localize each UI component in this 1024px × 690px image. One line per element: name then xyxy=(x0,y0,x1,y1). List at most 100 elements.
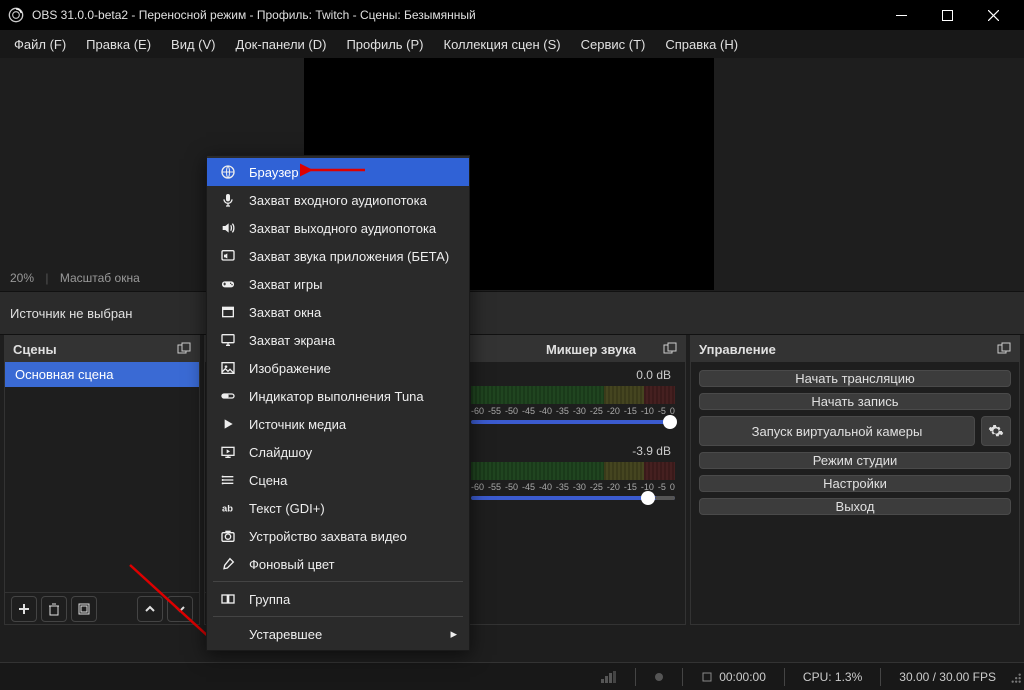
cpu-usage: CPU: 1.3% xyxy=(795,670,870,684)
fps-counter: 30.00 / 30.00 FPS xyxy=(891,670,1004,684)
mixer-ch2-db: -3.9 dB xyxy=(632,444,671,458)
vcam-settings-button[interactable] xyxy=(981,416,1011,446)
statusbar: 00:00:00 CPU: 1.3% 30.00 / 30.00 FPS xyxy=(0,662,1024,690)
stream-time: 00:00:00 xyxy=(693,670,774,684)
volume-slider-1[interactable] xyxy=(471,420,675,424)
titlebar: OBS 31.0.0-beta2 - Переносной режим - Пр… xyxy=(0,0,1024,30)
ctx-label: Сцена xyxy=(249,473,287,488)
camera-icon xyxy=(219,528,237,544)
dock-scenes-title: Сцены xyxy=(13,342,57,357)
meter-ticks: -60-55-50-45-40-35-30-25-20-15-10-50 xyxy=(471,482,675,492)
window-icon xyxy=(219,304,237,320)
ctx-label: Слайдшоу xyxy=(249,445,312,460)
ctx-label: Захват окна xyxy=(249,305,321,320)
menu-docks[interactable]: Док-панели (D) xyxy=(226,33,337,56)
preview-area[interactable]: 20% | Масштаб окна xyxy=(0,58,1024,290)
text-icon: ab xyxy=(219,500,237,516)
studio-mode-button[interactable]: Режим студии xyxy=(699,452,1011,469)
ctx-label: Источник медиа xyxy=(249,417,346,432)
preview-zoom: 20% xyxy=(10,271,34,285)
dock-controls: Управление Начать трансляцию Начать запи… xyxy=(690,335,1020,625)
ctx-item-monitor[interactable]: Захват экрана xyxy=(207,326,469,354)
brush-icon xyxy=(219,556,237,572)
preview-info: 20% | Масштаб окна xyxy=(10,271,148,285)
ctx-item-text[interactable]: ab Текст (GDI+) xyxy=(207,494,469,522)
menu-view[interactable]: Вид (V) xyxy=(161,33,225,56)
detach-icon[interactable] xyxy=(663,342,677,356)
recording-indicator xyxy=(646,672,672,682)
exit-button[interactable]: Выход xyxy=(699,498,1011,515)
ctx-item-group[interactable]: Группа xyxy=(207,585,469,613)
menu-help[interactable]: Справка (H) xyxy=(655,33,748,56)
no-source-bar: Источник не выбран xyxy=(0,291,1024,335)
menu-edit[interactable]: Правка (E) xyxy=(76,33,161,56)
ctx-item-scene[interactable]: Сцена xyxy=(207,466,469,494)
scene-icon xyxy=(219,472,237,488)
slideshow-icon xyxy=(219,444,237,460)
gamepad-icon xyxy=(219,276,237,292)
add-source-context-menu: Браузер Захват входного аудиопотока Захват… xyxy=(206,155,470,651)
window-title: OBS 31.0.0-beta2 - Переносной режим - Пр… xyxy=(32,8,476,22)
close-button[interactable] xyxy=(970,0,1016,30)
mixer-channel-2: -3.9 dB -60-55-50-45-40-35-30-25-20-15-1… xyxy=(461,438,685,500)
app-audio-icon xyxy=(219,248,237,264)
ctx-label: Индикатор выполнения Tuna xyxy=(249,389,424,404)
ctx-item-play[interactable]: Источник медиа xyxy=(207,410,469,438)
settings-button[interactable]: Настройки xyxy=(699,475,1011,492)
start-vcam-button[interactable]: Запуск виртуальной камеры xyxy=(699,416,975,446)
maximize-button[interactable] xyxy=(924,0,970,30)
ctx-label: Захват выходного аудиопотока xyxy=(249,221,436,236)
ctx-item-speaker[interactable]: Захват выходного аудиопотока xyxy=(207,214,469,242)
ctx-item-camera[interactable]: Устройство захвата видео xyxy=(207,522,469,550)
resize-grip-icon[interactable] xyxy=(1008,670,1022,684)
scene-filters-button[interactable] xyxy=(71,596,97,622)
ctx-item-progress[interactable]: Индикатор выполнения Tuna xyxy=(207,382,469,410)
no-source-text: Источник не выбран xyxy=(10,306,132,321)
preview-scale-label: Масштаб окна xyxy=(60,271,140,285)
globe-icon xyxy=(219,164,237,180)
ctx-label: Изображение xyxy=(249,361,331,376)
speaker-icon xyxy=(219,220,237,236)
mic-icon xyxy=(219,192,237,208)
menubar: Файл (F) Правка (E) Вид (V) Док-панели (… xyxy=(0,30,1024,58)
window-buttons xyxy=(878,0,1016,30)
start-recording-button[interactable]: Начать запись xyxy=(699,393,1011,410)
menu-service[interactable]: Сервис (T) xyxy=(571,33,656,56)
progress-icon xyxy=(219,388,237,404)
ctx-label: Группа xyxy=(249,592,290,607)
detach-icon[interactable] xyxy=(997,342,1011,356)
ctx-item-slideshow[interactable]: Слайдшоу xyxy=(207,438,469,466)
ctx-label: Фоновый цвет xyxy=(249,557,335,572)
ctx-label: Браузер xyxy=(249,165,299,180)
menu-profile[interactable]: Профиль (P) xyxy=(336,33,433,56)
ctx-label: Захват звука приложения (БЕТА) xyxy=(249,249,449,264)
menu-file[interactable]: Файл (F) xyxy=(4,33,76,56)
ctx-item-gamepad[interactable]: Захват игры xyxy=(207,270,469,298)
detach-icon[interactable] xyxy=(177,342,191,356)
network-indicator xyxy=(593,671,625,683)
ctx-item-image[interactable]: Изображение xyxy=(207,354,469,382)
play-icon xyxy=(219,416,237,432)
add-scene-button[interactable] xyxy=(11,596,37,622)
annotation-arrow-1 xyxy=(300,160,370,180)
mixer-ch1-db: 0.0 dB xyxy=(636,368,671,382)
ctx-item-window[interactable]: Захват окна xyxy=(207,298,469,326)
svg-text:ab: ab xyxy=(222,503,233,513)
meter-ticks: -60-55-50-45-40-35-30-25-20-15-10-50 xyxy=(471,406,675,416)
ctx-item-mic[interactable]: Захват входного аудиопотока xyxy=(207,186,469,214)
start-streaming-button[interactable]: Начать трансляцию xyxy=(699,370,1011,387)
ctx-item-brush[interactable]: Фоновый цвет xyxy=(207,550,469,578)
dock-mixer: Микшер звука 0.0 dB -60-55-50-45-40-35-3… xyxy=(460,335,686,625)
minimize-button[interactable] xyxy=(878,0,924,30)
ctx-item-deprecated[interactable]: Устаревшее▸ xyxy=(207,620,469,648)
ctx-label: Текст (GDI+) xyxy=(249,501,325,516)
volume-slider-2[interactable] xyxy=(471,496,675,500)
scene-item-main[interactable]: Основная сцена xyxy=(5,362,199,387)
ctx-item-app-audio[interactable]: Захват звука приложения (БЕТА) xyxy=(207,242,469,270)
remove-scene-button[interactable] xyxy=(41,596,67,622)
image-icon xyxy=(219,360,237,376)
chevron-right-icon: ▸ xyxy=(450,626,457,642)
ctx-label: Захват игры xyxy=(249,277,322,292)
menu-scene-collection[interactable]: Коллекция сцен (S) xyxy=(434,33,571,56)
mixer-channel-1: 0.0 dB -60-55-50-45-40-35-30-25-20-15-10… xyxy=(461,362,685,424)
